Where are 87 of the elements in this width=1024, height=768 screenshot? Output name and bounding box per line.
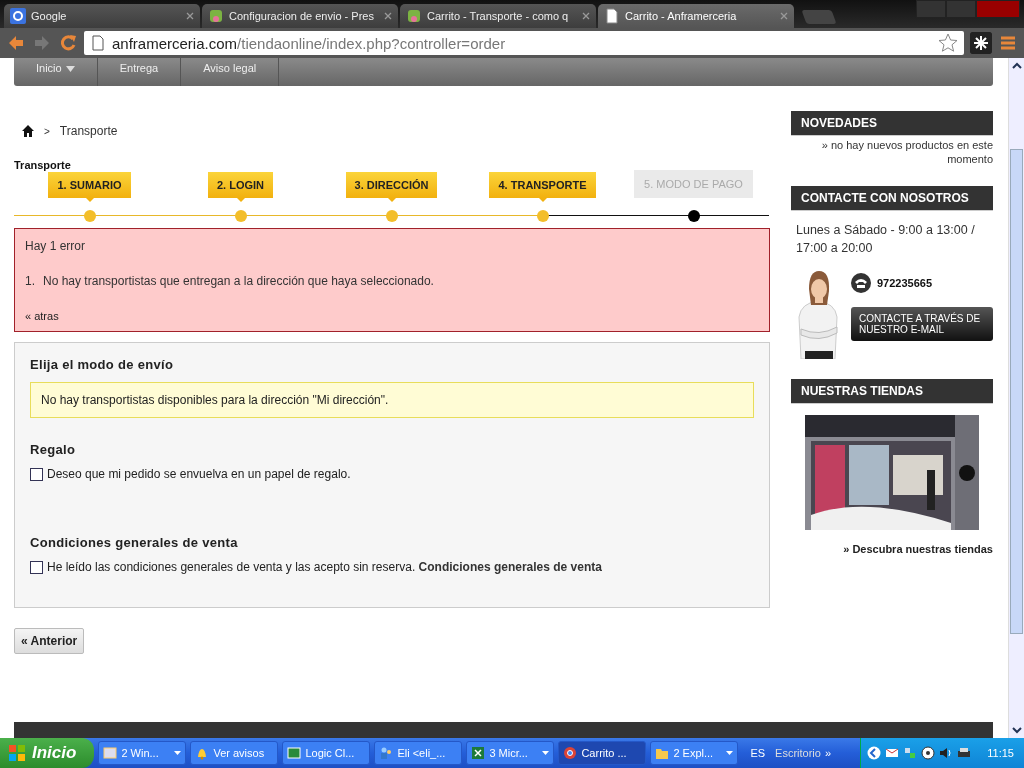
checkbox-label: Deseo que mi pedido se envuelva en un papel de regalo. (47, 467, 351, 481)
leaf-icon (406, 8, 422, 24)
block-header: NUESTRAS TIENDAS (791, 379, 993, 404)
step-label[interactable]: 3. DIRECCIÓN (345, 172, 438, 198)
scrollbar[interactable] (1008, 58, 1024, 738)
step-label[interactable]: 1. SUMARIO (48, 172, 131, 198)
news-text: » no hay nuevos productos en este momento (820, 138, 993, 166)
browser-tab[interactable]: Configuracion de envio - Pres (202, 4, 398, 28)
close-icon[interactable] (186, 12, 194, 20)
step-label[interactable]: 4. TRANSPORTE (489, 172, 596, 198)
checkbox-label: He leído las condiciones generales de venta y las acepto sin reserva. Condiciones generales de venta (47, 560, 602, 574)
clock: 11:15 (987, 747, 1014, 759)
taskbar-button[interactable]: Logic Cl... (282, 741, 371, 765)
taskbar-button[interactable]: 2 Expl... (650, 741, 739, 765)
close-icon[interactable] (384, 12, 392, 20)
caret-icon (65, 66, 75, 72)
spreadsheet-icon (471, 746, 486, 760)
arrow-left-icon[interactable] (867, 746, 882, 760)
breadcrumb-current: Transporte (59, 124, 118, 138)
browser-tab[interactable]: Carrito - Transporte - como q (400, 4, 596, 28)
speaker-icon[interactable] (939, 746, 954, 760)
section-heading: Condiciones generales de venta (30, 535, 239, 550)
google-logo-icon (10, 8, 26, 24)
section-heading: Elija el modo de envío (30, 357, 175, 372)
checkbox[interactable] (30, 560, 43, 574)
error-title: Hay 1 error (25, 239, 87, 253)
people-icon (379, 746, 394, 760)
notice-message: No hay transportistas disponibles para la dirección "Mi dirección". (30, 382, 754, 418)
taskbar-button[interactable]: Carrito ... (558, 741, 647, 765)
phone-icon (851, 273, 871, 293)
close-icon[interactable] (780, 12, 788, 20)
page-icon (604, 8, 620, 24)
caret-icon (726, 751, 734, 755)
phone-number: 972235665 (877, 277, 933, 289)
error-number: 1. (25, 274, 35, 288)
caret-icon (174, 751, 182, 755)
start-button[interactable]: Inicio (0, 738, 95, 768)
disc-icon[interactable] (921, 746, 936, 760)
back-link[interactable]: « atras (25, 310, 59, 322)
step-label[interactable]: 2. LOGIN (207, 172, 274, 198)
close-button[interactable] (976, 0, 1020, 18)
page-title: Transporte (14, 159, 72, 171)
block-header: CONTACTE CON NOSOTROS (791, 186, 993, 211)
taskbar-button[interactable]: Eli <eli_... (374, 741, 463, 765)
label-pointer (538, 198, 547, 202)
taskbar-button[interactable]: 2 Win... (98, 741, 187, 765)
label-pointer (236, 198, 245, 202)
block-header: NOVEDADES (791, 111, 993, 136)
reload-icon[interactable] (58, 33, 78, 53)
language-indicator[interactable]: ES (750, 747, 766, 759)
terms-link[interactable]: Condiciones generales de venta (418, 560, 602, 574)
printer-icon[interactable] (957, 746, 972, 760)
taskbar-button[interactable]: 3 Micr... (466, 741, 555, 765)
nav-link[interactable]: Entrega (97, 58, 182, 86)
stores-link[interactable]: » Descubra nuestras tiendas (791, 543, 993, 555)
checkbox[interactable] (30, 467, 43, 481)
nav-link[interactable]: Inicio (14, 58, 98, 86)
windows-logo-icon (8, 744, 26, 762)
desktop-toolbar[interactable]: Escritorio (775, 747, 821, 759)
browser-icon (563, 746, 578, 760)
leaf-icon (208, 8, 224, 24)
browser-tab[interactable]: Google (4, 4, 200, 28)
star-icon[interactable] (938, 33, 958, 53)
caret-icon (542, 751, 550, 755)
address-bar[interactable]: anframerceria.com/tiendaonline/index.php?controller=order (84, 31, 964, 55)
opening-hours: Lunes a Sábado - 9:00 a 13:00 / 17:00 a 20:00 (796, 222, 976, 257)
extension-icon[interactable] (970, 32, 992, 54)
browser-tab[interactable]: Carrito - Anframerceria (598, 4, 794, 28)
previous-button[interactable]: « Anterior (14, 628, 85, 654)
close-icon[interactable] (582, 12, 590, 20)
taskbar-button[interactable]: Ver avisos (190, 741, 279, 765)
home-icon[interactable] (22, 125, 34, 137)
nav-link[interactable]: Aviso legal (181, 58, 280, 86)
email-contact-button[interactable]: CONTACTE A TRAVÉS DE NUESTRO E-MAIL (851, 307, 993, 341)
error-message: No hay transportistas que entregan a la dirección que haya seleccionado. (43, 274, 434, 288)
label-pointer (85, 198, 94, 202)
section-heading: Regalo (30, 442, 77, 457)
app-window-icon (287, 746, 302, 760)
label-pointer (387, 198, 396, 202)
page-icon (90, 35, 106, 51)
breadcrumb-separator: > (44, 125, 50, 137)
url-text: anframerceria.com/tiendaonline/index.php?controller=order (112, 34, 506, 52)
window-icon (103, 746, 118, 760)
more-toolbar-button[interactable]: » (824, 747, 832, 759)
new-tab-button[interactable] (801, 10, 837, 24)
mail-icon[interactable] (885, 746, 900, 760)
folder-icon (655, 746, 670, 760)
